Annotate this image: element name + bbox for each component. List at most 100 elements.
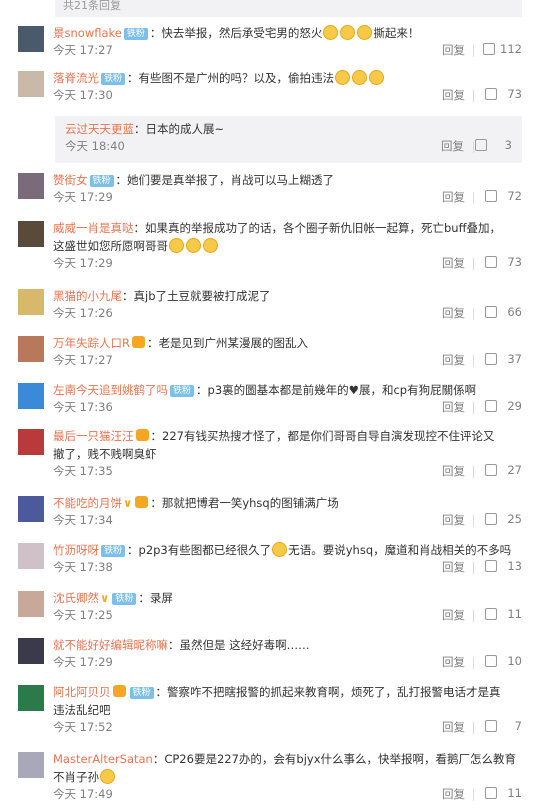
username-link[interactable]: 最后一只猫汪汪 <box>53 429 134 443</box>
user-avatar[interactable] <box>18 71 44 97</box>
like-button[interactable]: 27 <box>485 463 522 477</box>
thumbs-up-icon <box>485 464 497 476</box>
username-link[interactable]: 落脊流光 <box>53 71 99 85</box>
user-avatar[interactable] <box>18 289 44 315</box>
thumbs-up-icon <box>483 43 496 55</box>
username-link[interactable]: MasterAlterSatan <box>53 752 153 766</box>
like-button[interactable]: 3 <box>475 138 512 152</box>
like-count: 25 <box>507 512 522 526</box>
like-button[interactable]: 72 <box>485 189 522 203</box>
username-link[interactable]: 左南今天追到姚鹤了吗 <box>53 383 168 397</box>
like-button[interactable]: 66 <box>485 305 522 319</box>
username-link[interactable]: 万年失踪人口R <box>53 336 130 350</box>
comment-time: 今天 17:25 <box>53 608 113 622</box>
comment-meta: 今天 17:29 回复 10 <box>53 654 522 672</box>
reply-button[interactable]: 回复 <box>442 189 465 205</box>
username-link[interactable]: 赞街女 <box>53 173 88 187</box>
thumbs-up-icon <box>485 720 497 732</box>
user-avatar[interactable] <box>18 685 44 711</box>
like-button[interactable]: 11 <box>485 607 522 621</box>
user-avatar[interactable] <box>18 383 44 409</box>
reply-button[interactable]: 回复 <box>442 352 465 368</box>
reply-button[interactable]: 回复 <box>442 255 465 271</box>
user-avatar[interactable] <box>18 221 44 247</box>
username-link[interactable]: 不能吃的月饼 <box>53 496 122 510</box>
like-count: 73 <box>507 255 522 269</box>
reply-button[interactable]: 回复 <box>442 719 465 735</box>
like-button[interactable]: 11 <box>485 786 522 800</box>
comment-item: 就不能好好编辑昵称嘛：虽然但是 这经好毒啊…… 今天 17:29 回复 10 <box>0 636 544 672</box>
reply-button[interactable]: 回复 <box>442 42 465 58</box>
divider <box>473 90 474 102</box>
comment-item: 黑猫的小九尾：真jb了土豆就要被打成泥了 今天 17:26 回复 66 <box>0 287 544 323</box>
username-link[interactable]: 云过天天更蓝 <box>65 122 134 136</box>
comment-body: ：如果真的举报成功了的话，各个圈子新仇旧帐一起算，死亡buff叠加， <box>133 221 502 235</box>
like-button[interactable]: 13 <box>485 559 522 573</box>
reply-button[interactable]: 回复 <box>442 87 465 103</box>
comment-body: ：老是见到广州某漫展的图乱入 <box>147 336 308 350</box>
thumbs-up-icon <box>485 608 497 620</box>
replies-count-strip[interactable]: 共21条回复 <box>55 0 522 17</box>
fan-badge[interactable]: 铁粉 <box>123 28 148 40</box>
user-avatar[interactable] <box>18 591 44 617</box>
thumbs-up-icon <box>485 787 497 799</box>
comment-body: ：CP26要是227办的，会有bjyx什么事么，快举报啊，看鹅厂怎么教育 <box>152 752 516 766</box>
divider <box>473 355 474 367</box>
reply-button[interactable]: 回复 <box>442 305 465 321</box>
user-avatar[interactable] <box>18 496 44 522</box>
fan-badge[interactable]: 铁粉 <box>170 385 195 397</box>
like-button[interactable]: 37 <box>485 352 522 366</box>
divider <box>473 657 474 669</box>
like-button[interactable]: 73 <box>485 255 522 269</box>
like-button[interactable]: 73 <box>485 87 522 101</box>
comment-text: MasterAlterSatan：CP26要是227办的，会有bjyx什么事么，… <box>53 750 522 786</box>
comment-meta: 今天 17:26 回复 66 <box>53 305 522 323</box>
comment-meta: 今天 17:34 回复 25 <box>53 512 522 530</box>
reply-button[interactable]: 回复 <box>442 607 465 623</box>
like-button[interactable]: 7 <box>485 719 522 733</box>
fan-badge[interactable]: 铁粉 <box>112 593 137 605</box>
user-avatar[interactable] <box>18 429 44 455</box>
reply-button[interactable]: 回复 <box>442 463 465 479</box>
fan-badge[interactable]: 铁粉 <box>101 545 126 557</box>
username-link[interactable]: 景snowflake <box>53 26 122 40</box>
user-avatar[interactable] <box>18 638 44 664</box>
username-link[interactable]: 威威一肖是真哒 <box>53 221 134 235</box>
comment-item: 最后一只猫汪汪 ：227有钱买热搜才怪了，都是你们哥哥自导自演发现控不住评论又 撤了… <box>0 427 544 481</box>
user-avatar[interactable] <box>18 26 44 52</box>
reply-button[interactable]: 回复 <box>442 786 465 802</box>
comment-meta: 今天 17:52 回复 7 <box>53 719 522 737</box>
thumbs-up-icon <box>485 190 497 202</box>
reply-button[interactable]: 回复 <box>442 512 465 528</box>
like-button[interactable]: 112 <box>483 42 522 56</box>
fan-badge[interactable]: 铁粉 <box>89 175 114 187</box>
reply-button[interactable]: 回复 <box>442 654 465 670</box>
fan-badge[interactable]: 铁粉 <box>129 687 154 699</box>
comment-meta: 今天 17:36 回复 29 <box>53 399 522 417</box>
comment-item: 威威一肖是真哒：如果真的举报成功了的话，各个圈子新仇旧帐一起算，死亡buff叠加… <box>0 219 544 273</box>
username-link[interactable]: 黑猫的小九尾 <box>53 289 122 303</box>
reply-button[interactable]: 回复 <box>441 138 464 154</box>
comment-body: ：她们要是真举报了，肖战可以马上糊透了 <box>115 173 335 187</box>
reply-button[interactable]: 回复 <box>442 559 465 575</box>
like-count: 7 <box>514 719 522 733</box>
comment-body-cont: 展，和cp有狗屁關係啊 <box>358 383 477 397</box>
like-count: 72 <box>507 189 522 203</box>
user-avatar[interactable] <box>18 543 44 569</box>
comment-text: 景snowflake 铁粉 ：快去举报，然后承受宅男的怒火 撕起来！ <box>53 24 522 42</box>
user-avatar[interactable] <box>18 173 44 199</box>
reply-button[interactable]: 回复 <box>442 399 465 415</box>
user-avatar[interactable] <box>18 336 44 362</box>
like-button[interactable]: 10 <box>485 654 522 668</box>
username-link[interactable]: 竹沥呀呀 <box>53 543 99 557</box>
fan-badge[interactable]: 铁粉 <box>101 73 126 85</box>
like-button[interactable]: 25 <box>485 512 522 526</box>
user-avatar[interactable] <box>18 752 44 778</box>
username-link[interactable]: 阿北阿贝贝 <box>53 685 111 699</box>
divider <box>473 402 474 414</box>
username-link[interactable]: 就不能好好编辑昵称嘛 <box>53 638 168 652</box>
replies-count-text[interactable]: 共21条回复 <box>63 0 121 13</box>
like-count: 10 <box>507 654 522 668</box>
username-link[interactable]: 沈氏卿然 <box>53 591 99 605</box>
like-button[interactable]: 29 <box>485 399 522 413</box>
